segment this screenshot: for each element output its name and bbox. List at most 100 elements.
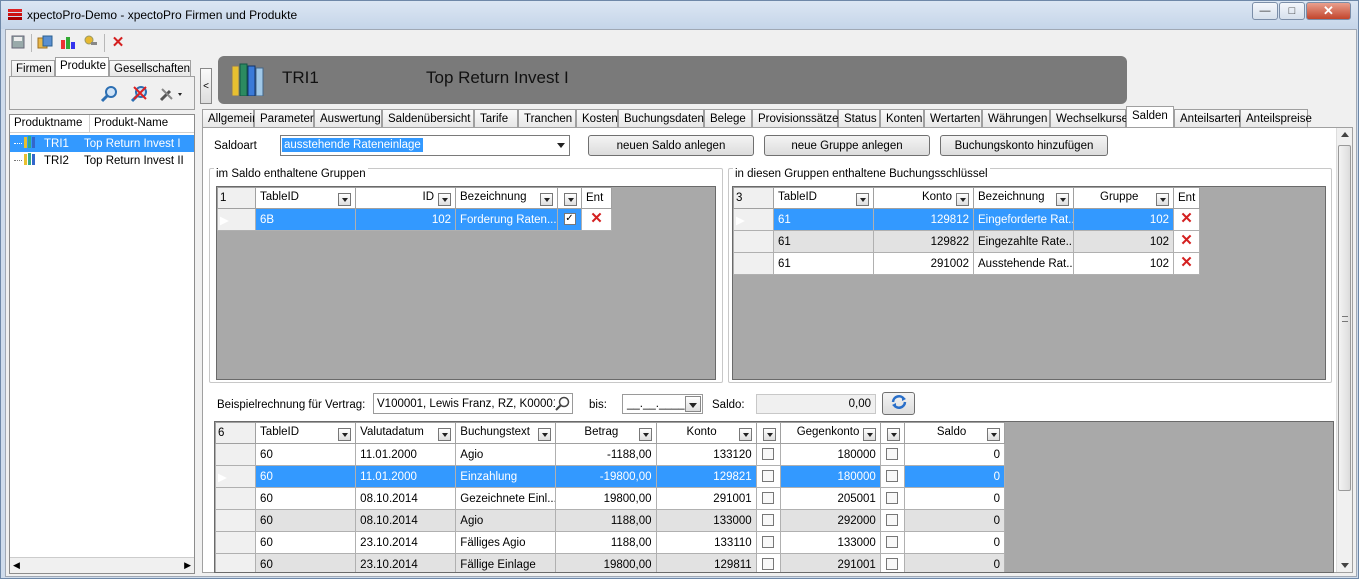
column-header-check[interactable] (557, 187, 582, 209)
cell-check[interactable] (755, 553, 781, 572)
column-header-bezeichnung[interactable]: Bezeichnung (973, 187, 1074, 209)
checkbox[interactable] (886, 448, 899, 461)
column-header-ent[interactable]: Ent (1173, 187, 1200, 209)
checkbox[interactable] (762, 492, 775, 505)
cell-check[interactable] (879, 487, 905, 510)
tab-saldenübersicht[interactable]: Saldenübersicht (382, 109, 474, 128)
delete-button[interactable]: ✕ (108, 33, 128, 53)
tab-auswertung[interactable]: Auswertung (314, 109, 382, 128)
search-button[interactable] (100, 85, 118, 106)
tab-währungen[interactable]: Währungen (982, 109, 1050, 128)
column-header-buchungstext[interactable]: Buchungstext (455, 422, 557, 444)
table-row[interactable]: 60 08.10.2014 Agio 1188,00 133000 292000 0 (215, 509, 1006, 532)
checkbox[interactable] (886, 514, 899, 527)
column-header-tableid[interactable]: TableID (255, 422, 357, 444)
horizontal-scrollbar[interactable]: ◀ ▶ (10, 557, 194, 573)
column-header-gruppe[interactable]: Gruppe (1073, 187, 1174, 209)
delete-group-button[interactable]: ✕ (581, 208, 612, 231)
filter-dropdown-icon[interactable] (1056, 192, 1069, 206)
column-header-tableid[interactable]: TableID (773, 187, 874, 209)
filter-dropdown-icon[interactable] (762, 427, 776, 441)
cell-check[interactable] (879, 509, 905, 532)
filter-dropdown-icon[interactable] (438, 427, 452, 441)
tab-kosten[interactable]: Kosten (576, 109, 618, 128)
checkbox[interactable] (886, 470, 899, 483)
maximize-button[interactable]: □ (1279, 2, 1305, 20)
clear-search-button[interactable] (130, 85, 148, 106)
new-saldo-button[interactable]: neuen Saldo anlegen (588, 135, 754, 156)
search-icon[interactable] (555, 396, 570, 414)
column-header-betrag[interactable]: Betrag (555, 422, 657, 444)
cell-check[interactable] (755, 531, 781, 554)
filter-dropdown-icon[interactable] (886, 427, 900, 441)
saldoart-select[interactable]: ausstehende Rateneinlage (280, 135, 570, 156)
table-row[interactable]: 61 291002 Ausstehende Rat... 102 ✕ (733, 252, 1200, 275)
key-button[interactable] (81, 33, 101, 53)
checkbox[interactable] (762, 514, 775, 527)
checkbox[interactable] (762, 470, 775, 483)
contract-input[interactable]: V100001, Lewis Franz, RZ, K00001, 1 (373, 393, 573, 414)
cell-check[interactable] (755, 487, 781, 510)
checkbox[interactable] (762, 448, 775, 461)
filter-dropdown-icon[interactable] (438, 192, 451, 206)
bis-date-picker[interactable]: __.__.____ (622, 394, 703, 414)
save-button[interactable] (8, 33, 28, 53)
column-header-gegenkonto[interactable]: Gegenkonto (779, 422, 881, 444)
tab-konten[interactable]: Konten (880, 109, 924, 128)
filter-dropdown-icon[interactable] (338, 427, 352, 441)
tab-produkte[interactable]: Produkte (55, 57, 109, 77)
delete-account-button[interactable]: ✕ (1173, 252, 1200, 275)
copy-button[interactable] (35, 33, 55, 53)
cell-check[interactable] (879, 531, 905, 554)
refresh-button[interactable] (882, 392, 915, 415)
column-header-valutadatum[interactable]: Valutadatum (355, 422, 457, 444)
tab-anteilsarten[interactable]: Anteilsarten (1174, 109, 1241, 128)
table-row[interactable]: 60 23.10.2014 Fällige Einlage 19800,00 12981… (215, 553, 1006, 572)
column-header-produktname[interactable]: Produktname (10, 115, 90, 132)
tab-gesellschaften[interactable]: Gesellschaften (109, 60, 191, 77)
column-header-bezeichnung[interactable]: Bezeichnung (455, 187, 558, 209)
scrollbar-thumb[interactable] (1338, 145, 1351, 491)
tab-wechselkurse[interactable]: Wechselkurse (1050, 109, 1128, 128)
table-row[interactable]: ▶ 60 11.01.2000 Einzahlung -19800,00 129821 18… (215, 465, 1006, 488)
table-row[interactable]: 60 11.01.2000 Agio -1188,00 133120 180000 0 (215, 443, 1006, 466)
column-header-konto[interactable]: Konto (655, 422, 757, 444)
tab-tranchen[interactable]: Tranchen (518, 109, 576, 128)
table-row[interactable]: 61 129822 Eingezahlte Rate... 102 ✕ (733, 230, 1200, 253)
tab-parameter[interactable]: Parameter (254, 109, 314, 128)
filter-dropdown-icon[interactable] (1156, 192, 1169, 206)
chart-button[interactable] (58, 33, 78, 53)
filter-dropdown-icon[interactable] (862, 427, 876, 441)
filter-dropdown-icon[interactable] (856, 192, 869, 206)
calendar-dropdown-button[interactable] (685, 396, 701, 412)
close-button[interactable]: ✕ (1306, 2, 1351, 20)
tab-belege[interactable]: Belege (704, 109, 752, 128)
column-header-check[interactable] (879, 422, 905, 444)
cell-check[interactable] (755, 509, 781, 532)
table-row[interactable]: ▶ 61 129812 Eingeforderte Rat... 102 ✕ (733, 208, 1200, 231)
filter-dropdown-icon[interactable] (338, 192, 351, 206)
column-header-check[interactable] (755, 422, 781, 444)
tab-wertarten[interactable]: Wertarten (924, 109, 982, 128)
cell-check[interactable]: ✓ (557, 208, 582, 231)
table-row[interactable]: 60 08.10.2014 Gezeichnete Einl... 19800,00 2… (215, 487, 1006, 510)
tab-buchungsdaten[interactable]: Buchungsdaten (618, 109, 704, 128)
filter-dropdown-icon[interactable] (987, 427, 1000, 441)
tools-button[interactable] (158, 85, 184, 106)
column-header-tableid[interactable]: TableID (255, 187, 356, 209)
tab-status[interactable]: Status (838, 109, 880, 128)
column-header-saldo[interactable]: Saldo (903, 422, 1006, 444)
cell-check[interactable] (755, 443, 781, 466)
cell-check[interactable] (879, 465, 905, 488)
checkbox[interactable] (762, 536, 775, 549)
table-row[interactable]: ▶ 6B 102 Forderung Raten... ✓ ✕ (217, 208, 612, 231)
checkbox-checked[interactable]: ✓ (563, 213, 576, 226)
filter-dropdown-icon[interactable] (540, 192, 553, 206)
tab-salden[interactable]: Salden (1126, 106, 1174, 128)
cell-check[interactable] (755, 465, 781, 488)
column-header-id[interactable]: ID (355, 187, 456, 209)
filter-dropdown-icon[interactable] (956, 192, 969, 206)
product-row-tri2[interactable]: TRI2 Top Return Invest II (10, 152, 194, 169)
column-header-produkt-name[interactable]: Produkt-Name (90, 115, 194, 132)
product-row-tri1[interactable]: TRI1 Top Return Invest I (10, 135, 194, 152)
